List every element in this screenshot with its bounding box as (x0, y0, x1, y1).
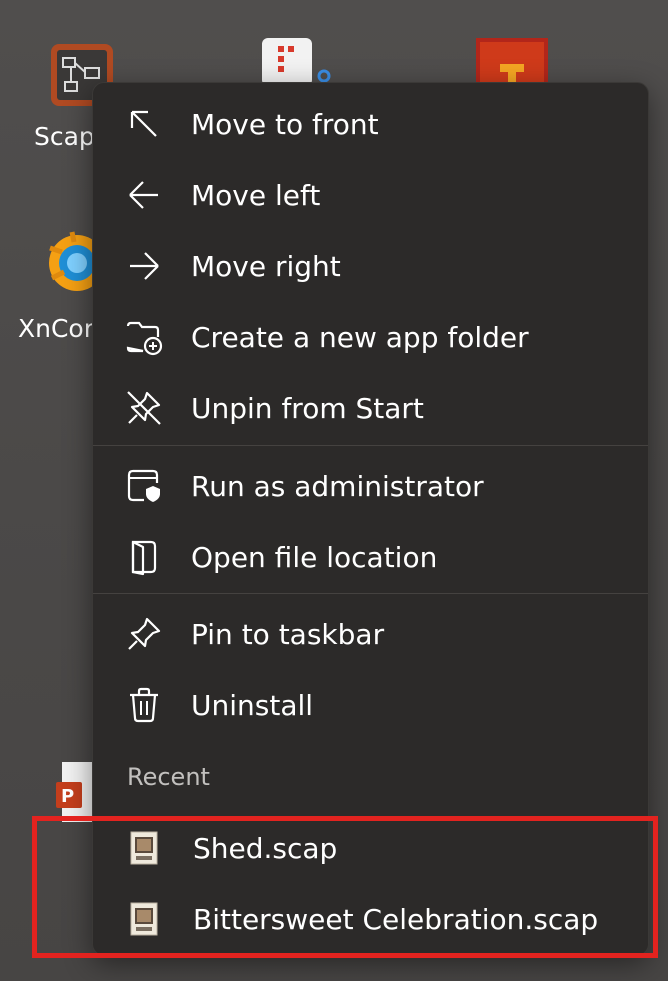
arrow-up-left-icon (125, 105, 163, 143)
menu-item-create-app-folder[interactable]: Create a new app folder (93, 305, 648, 369)
scap-file-icon (125, 900, 163, 938)
powerpoint-app-icon: P (56, 762, 96, 822)
folder-add-icon (125, 318, 163, 356)
menu-item-label: Move to front (191, 107, 379, 141)
pin-icon (125, 615, 163, 653)
menu-item-label: Unpin from Start (191, 391, 424, 425)
menu-item-label: Create a new app folder (191, 320, 529, 354)
open-file-icon (125, 538, 163, 576)
svg-text:P: P (61, 786, 74, 807)
menu-item-open-file-location[interactable]: Open file location (93, 525, 648, 589)
arrow-right-icon (125, 247, 163, 285)
menu-item-move-right[interactable]: Move right (93, 234, 648, 298)
context-menu: Move to front Move left Move right Creat… (92, 82, 649, 956)
menu-item-label: Move left (191, 178, 321, 212)
arrow-left-icon (125, 176, 163, 214)
menu-item-label: Open file location (191, 540, 438, 574)
recent-item-label: Bittersweet Celebration.scap (193, 902, 599, 936)
t-app-icon (476, 38, 548, 84)
menu-item-label: Pin to taskbar (191, 617, 385, 651)
menu-item-run-as-administrator[interactable]: Run as administrator (93, 454, 648, 518)
recent-item-label: Shed.scap (193, 831, 338, 865)
menu-item-label: Run as administrator (191, 469, 484, 503)
powerpoint-app-tile[interactable]: P (56, 762, 96, 822)
menu-item-pin-to-taskbar[interactable]: Pin to taskbar (93, 602, 648, 666)
menu-item-uninstall[interactable]: Uninstall (93, 673, 648, 737)
menu-separator (93, 593, 648, 594)
app-tile-2[interactable] (258, 36, 338, 86)
recent-item-shed[interactable]: Shed.scap (93, 816, 648, 880)
scap-tile-label: Scap (34, 122, 95, 151)
menu-item-unpin-from-start[interactable]: Unpin from Start (93, 376, 648, 440)
xnconvert-tile-label: XnCor (18, 314, 95, 343)
scap-file-icon (125, 829, 163, 867)
trash-icon (125, 686, 163, 724)
app-tile-3[interactable] (476, 38, 548, 84)
unpin-icon (125, 389, 163, 427)
recent-section-header: Recent (127, 763, 210, 791)
menu-item-label: Move right (191, 249, 341, 283)
menu-separator (93, 445, 648, 446)
menu-item-move-left[interactable]: Move left (93, 163, 648, 227)
menu-item-label: Uninstall (191, 688, 314, 722)
shield-window-icon (125, 467, 163, 505)
menu-item-move-to-front[interactable]: Move to front (93, 92, 648, 156)
recent-item-bittersweet-celebration[interactable]: Bittersweet Celebration.scap (93, 887, 648, 951)
settings-app-icon (262, 38, 331, 86)
